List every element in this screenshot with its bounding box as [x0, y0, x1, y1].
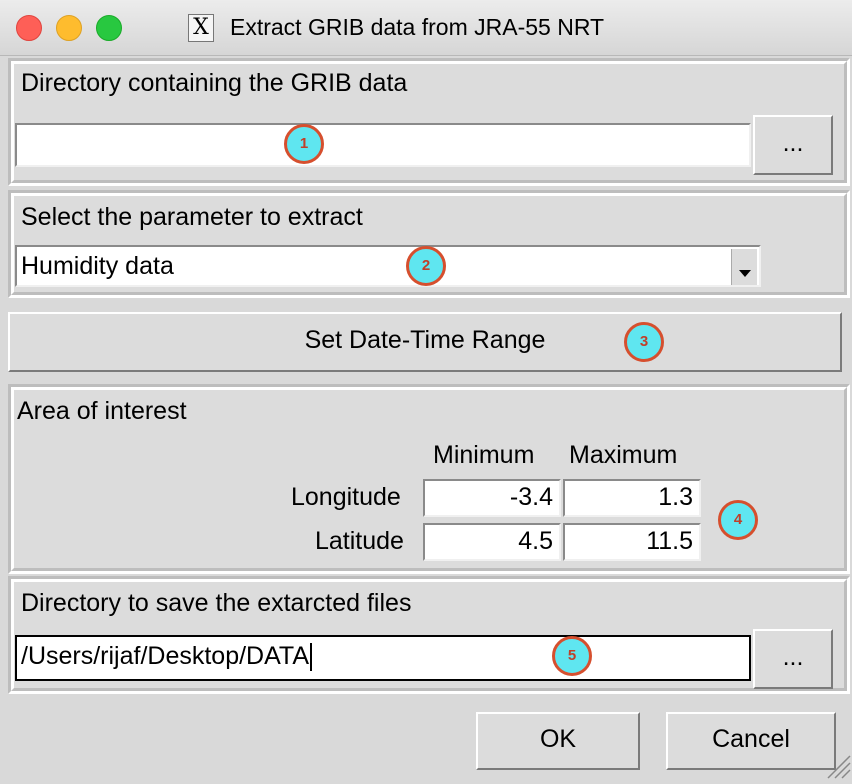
annotation-badge-3: 3 [624, 322, 664, 362]
grib-directory-label: Directory containing the GRIB data [21, 69, 408, 97]
save-directory-browse-button[interactable]: ... [753, 629, 833, 689]
area-of-interest-label: Area of interest [17, 397, 187, 425]
longitude-label: Longitude [291, 483, 401, 511]
ok-button[interactable]: OK [476, 712, 640, 770]
save-directory-label: Directory to save the extarcted files [21, 589, 412, 617]
x11-app-icon: X [188, 14, 214, 42]
title-bar: X Extract GRIB data from JRA-55 NRT [0, 0, 852, 56]
annotation-badge-2: 2 [406, 246, 446, 286]
minimum-column-header: Minimum [433, 441, 535, 469]
save-directory-value: /Users/rijaf/Desktop/DATA [21, 642, 310, 670]
minimize-window-button[interactable] [56, 15, 82, 41]
annotation-badge-1: 1 [284, 124, 324, 164]
resize-grip-icon[interactable] [822, 750, 852, 780]
save-directory-group: Directory to save the extarcted files /U… [8, 576, 850, 694]
annotation-badge-4: 4 [718, 500, 758, 540]
latitude-max-input[interactable]: 11.5 [563, 523, 701, 561]
grib-directory-input[interactable] [15, 123, 751, 167]
longitude-max-input[interactable]: 1.3 [563, 479, 701, 517]
longitude-min-input[interactable]: -3.4 [423, 479, 561, 517]
grib-directory-group: Directory containing the GRIB data ... [8, 58, 850, 186]
parameter-select[interactable]: Humidity data [15, 245, 761, 287]
annotation-badge-5: 5 [552, 636, 592, 676]
maximum-column-header: Maximum [569, 441, 678, 469]
close-window-button[interactable] [16, 15, 42, 41]
parameter-label: Select the parameter to extract [21, 203, 363, 231]
text-cursor [310, 643, 313, 672]
dropdown-arrow-icon[interactable] [731, 249, 757, 285]
grib-directory-browse-button[interactable]: ... [753, 115, 833, 175]
save-directory-input[interactable]: /Users/rijaf/Desktop/DATA [15, 635, 751, 681]
latitude-min-input[interactable]: 4.5 [423, 523, 561, 561]
cancel-button[interactable]: Cancel [666, 712, 836, 770]
latitude-label: Latitude [315, 527, 404, 555]
set-date-time-range-button[interactable]: Set Date-Time Range [8, 312, 842, 372]
maximize-window-button[interactable] [96, 15, 122, 41]
area-of-interest-group: Area of interest Minimum Maximum Longitu… [8, 384, 850, 574]
parameter-selected-value: Humidity data [21, 252, 174, 280]
background-strip [852, 0, 858, 784]
window-title: Extract GRIB data from JRA-55 NRT [230, 14, 605, 40]
